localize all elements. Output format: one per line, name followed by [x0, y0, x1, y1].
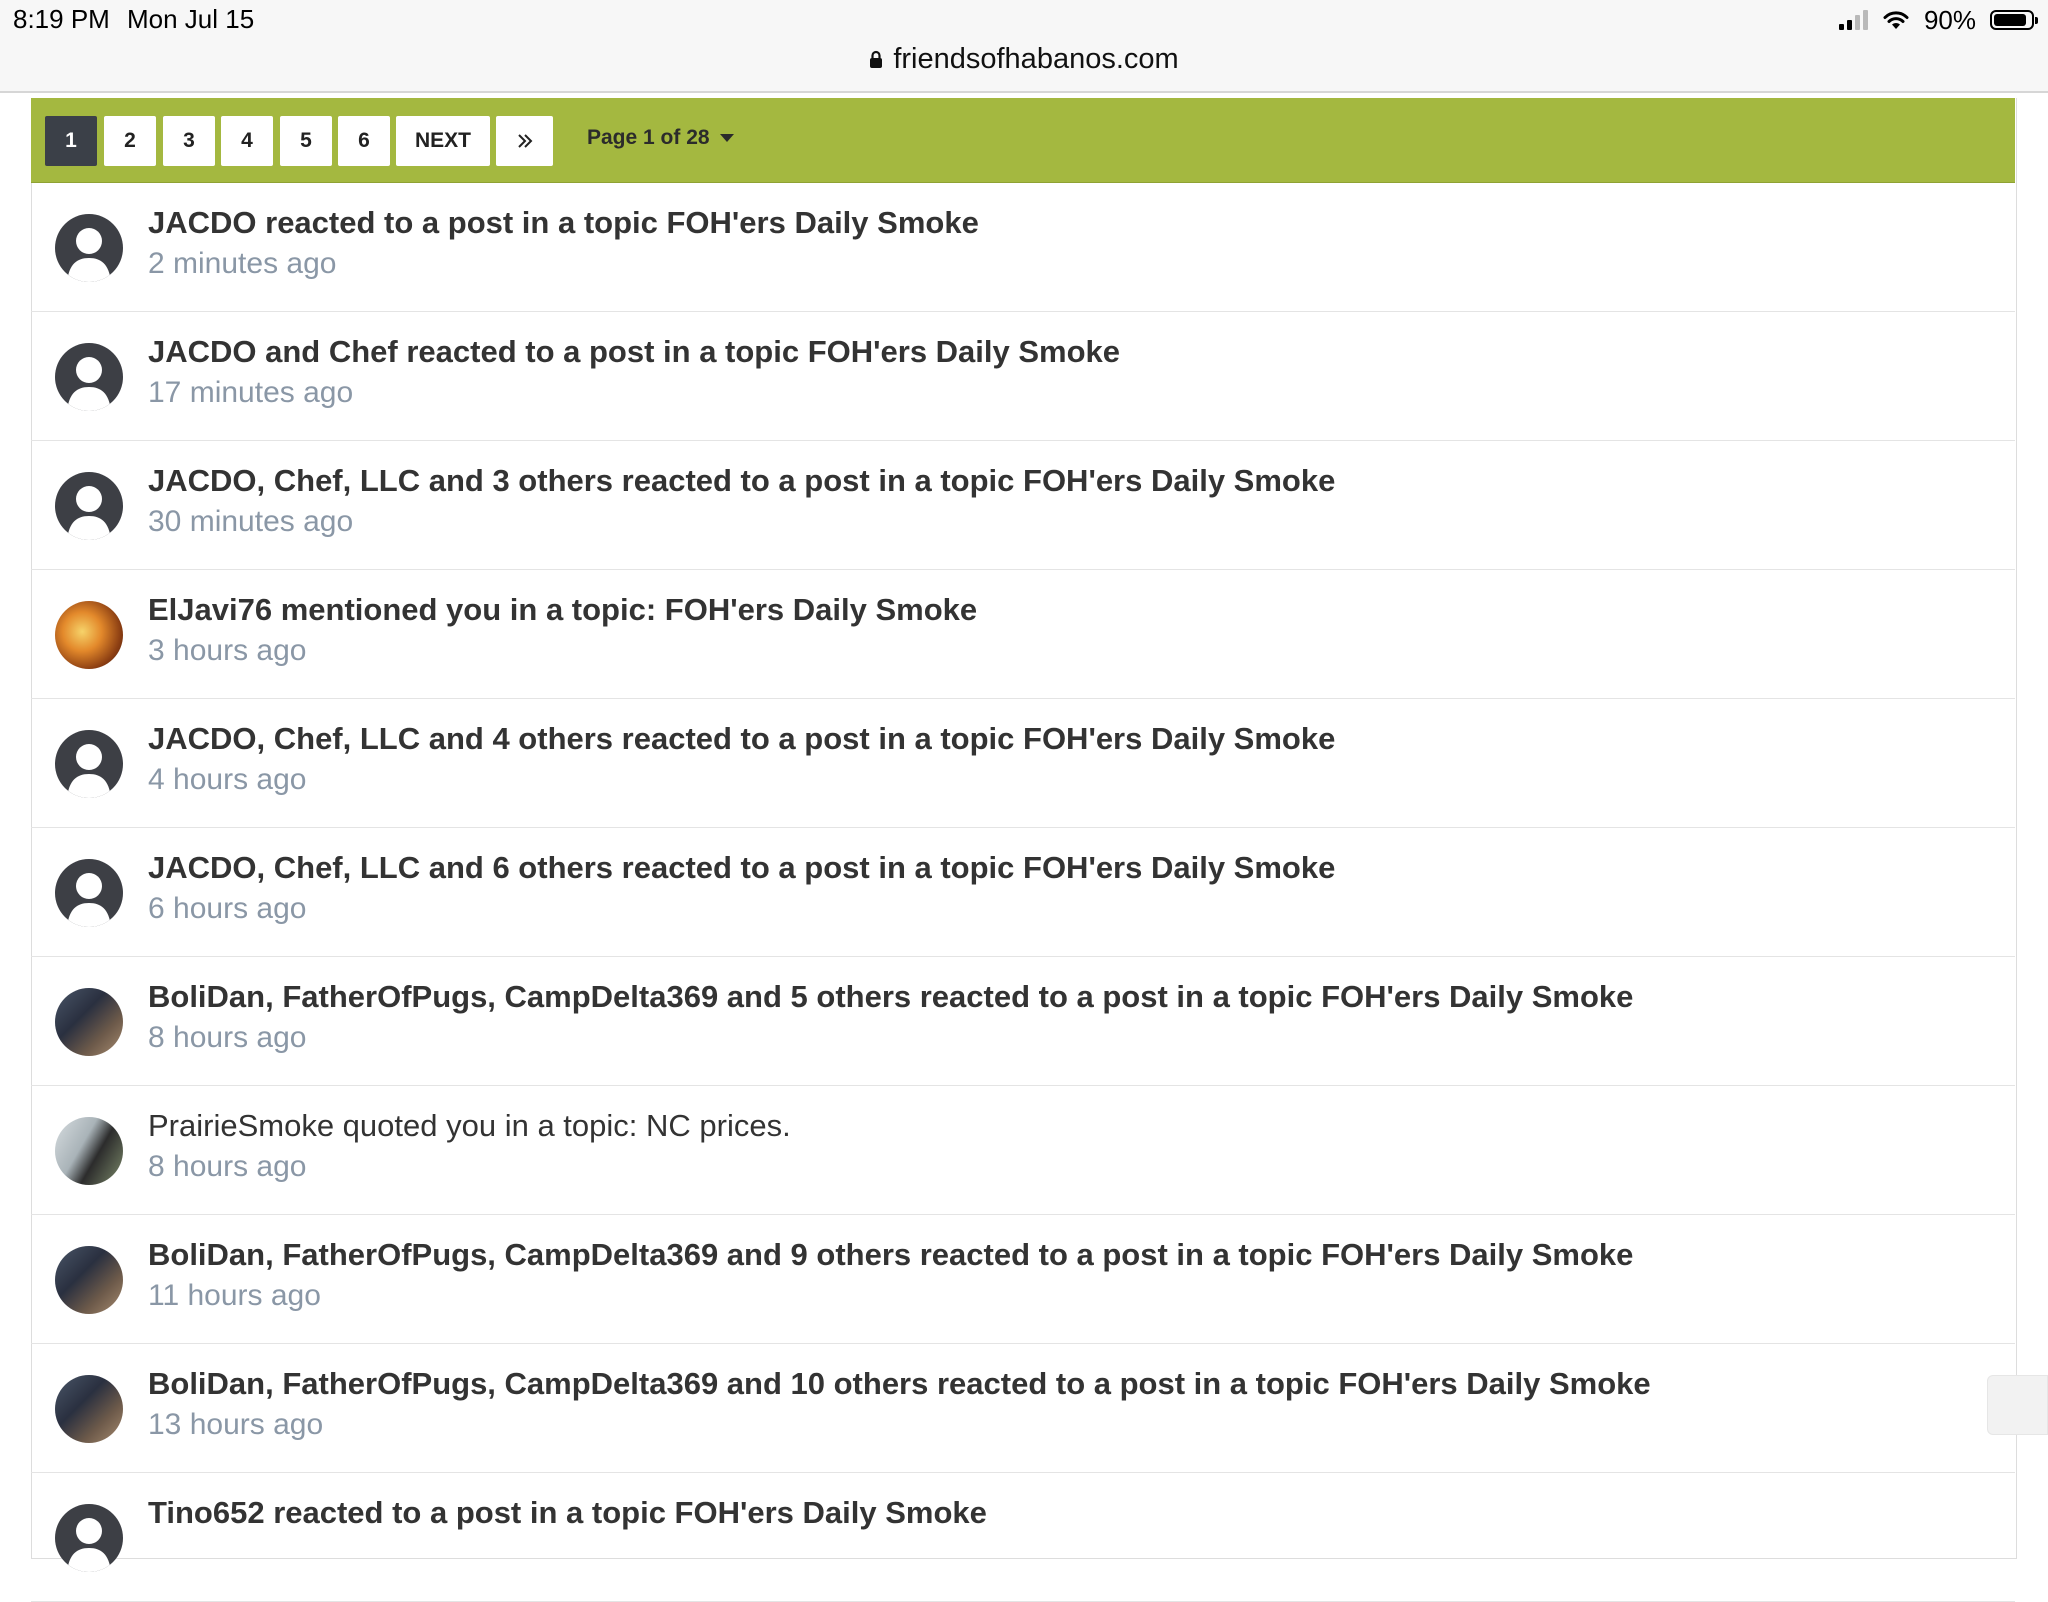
page-button-5[interactable]: 5 — [280, 116, 332, 166]
avatar[interactable] — [55, 472, 123, 540]
notification-item[interactable]: JACDO and Chef reacted to a post in a to… — [31, 312, 2015, 441]
pagination-bar: 1 2 3 4 5 6 NEXT Page 1 of 28 — [31, 98, 2015, 183]
notification-time: 30 minutes ago — [148, 505, 354, 538]
address-bar[interactable]: friendsofhabanos.com — [0, 38, 2048, 80]
page-button-3[interactable]: 3 — [163, 116, 215, 166]
avatar[interactable] — [55, 730, 123, 798]
notification-item[interactable]: JACDO, Chef, LLC and 3 others reacted to… — [31, 441, 2015, 570]
notification-text[interactable]: BoliDan, FatherOfPugs, CampDelta369 and … — [148, 979, 1633, 1015]
battery-percentage: 90% — [1923, 4, 1976, 35]
notification-time: 6 hours ago — [148, 892, 307, 925]
notification-item[interactable]: ElJavi76 mentioned you in a topic: FOH'e… — [31, 570, 2015, 699]
notification-text[interactable]: PrairieSmoke quoted you in a topic: NC p… — [148, 1108, 791, 1144]
notification-list: JACDO reacted to a post in a topic FOH'e… — [31, 183, 2015, 1602]
notification-item[interactable]: PrairieSmoke quoted you in a topic: NC p… — [31, 1086, 2015, 1215]
page-jump-dropdown[interactable]: Page 1 of 28 — [587, 126, 734, 150]
avatar[interactable] — [55, 1117, 123, 1185]
avatar[interactable] — [55, 214, 123, 282]
user-silhouette-icon — [67, 357, 111, 411]
notification-text[interactable]: BoliDan, FatherOfPugs, CampDelta369 and … — [148, 1237, 1633, 1273]
page-button-1[interactable]: 1 — [45, 116, 97, 166]
notification-time: 11 hours ago — [148, 1279, 321, 1312]
status-indicators: 90% — [1838, 4, 2038, 36]
status-date: Mon Jul 15 — [127, 4, 255, 34]
page-button-6[interactable]: 6 — [338, 116, 390, 166]
notification-text[interactable]: JACDO and Chef reacted to a post in a to… — [148, 334, 1120, 370]
user-silhouette-icon — [67, 1518, 111, 1572]
user-silhouette-icon — [67, 228, 111, 282]
notification-time: 17 minutes ago — [148, 376, 354, 409]
scroll-to-top-handle[interactable] — [1987, 1375, 2048, 1435]
notification-time: 8 hours ago — [148, 1150, 307, 1183]
avatar[interactable] — [55, 988, 123, 1056]
avatar[interactable] — [55, 343, 123, 411]
notification-text[interactable]: ElJavi76 mentioned you in a topic: FOH'e… — [148, 592, 977, 628]
notification-item[interactable]: Tino652 reacted to a post in a topic FOH… — [31, 1473, 2015, 1602]
user-silhouette-icon — [67, 873, 111, 927]
url-text: friendsofhabanos.com — [893, 42, 1179, 75]
status-time: 8:19 PM — [13, 4, 110, 34]
lock-icon — [870, 50, 883, 68]
notification-time: 4 hours ago — [148, 763, 307, 796]
notification-item[interactable]: JACDO, Chef, LLC and 6 others reacted to… — [31, 828, 2015, 957]
notification-item[interactable]: JACDO, Chef, LLC and 4 others reacted to… — [31, 699, 2015, 828]
notification-item[interactable]: BoliDan, FatherOfPugs, CampDelta369 and … — [31, 1344, 2015, 1473]
page-button-4[interactable]: 4 — [221, 116, 273, 166]
notification-text[interactable]: JACDO reacted to a post in a topic FOH'e… — [148, 205, 979, 241]
notification-text[interactable]: BoliDan, FatherOfPugs, CampDelta369 and … — [148, 1366, 1651, 1402]
notification-text[interactable]: JACDO, Chef, LLC and 4 others reacted to… — [148, 721, 1335, 757]
notification-item[interactable]: JACDO reacted to a post in a topic FOH'e… — [31, 183, 2015, 312]
page-info-label: Page 1 of 28 — [587, 126, 710, 149]
user-silhouette-icon — [67, 744, 111, 798]
notification-text[interactable]: Tino652 reacted to a post in a topic FOH… — [148, 1495, 987, 1531]
notification-text[interactable]: JACDO, Chef, LLC and 6 others reacted to… — [148, 850, 1335, 886]
last-page-button[interactable] — [496, 116, 553, 166]
notification-time: 13 hours ago — [148, 1408, 324, 1441]
avatar[interactable] — [55, 1246, 123, 1314]
double-chevron-right-icon — [517, 134, 532, 148]
user-silhouette-icon — [67, 486, 111, 540]
avatar[interactable] — [55, 1375, 123, 1443]
notification-time: 3 hours ago — [148, 634, 307, 667]
avatar[interactable] — [55, 1504, 123, 1572]
notification-text[interactable]: JACDO, Chef, LLC and 3 others reacted to… — [148, 463, 1335, 499]
next-page-button[interactable]: NEXT — [396, 116, 490, 166]
avatar[interactable] — [55, 601, 123, 669]
notification-time: 2 minutes ago — [148, 247, 337, 280]
caret-down-icon — [719, 134, 734, 142]
battery-icon — [1990, 10, 2038, 30]
notification-time: 8 hours ago — [148, 1021, 307, 1054]
notification-item[interactable]: BoliDan, FatherOfPugs, CampDelta369 and … — [31, 1215, 2015, 1344]
wifi-icon — [1883, 11, 1909, 29]
notification-item[interactable]: BoliDan, FatherOfPugs, CampDelta369 and … — [31, 957, 2015, 1086]
page-button-2[interactable]: 2 — [104, 116, 156, 166]
browser-chrome: 8:19 PM Mon Jul 15 90% friendsofhabanos.… — [0, 0, 2048, 93]
avatar[interactable] — [55, 859, 123, 927]
cellular-signal-icon — [1838, 10, 1868, 30]
